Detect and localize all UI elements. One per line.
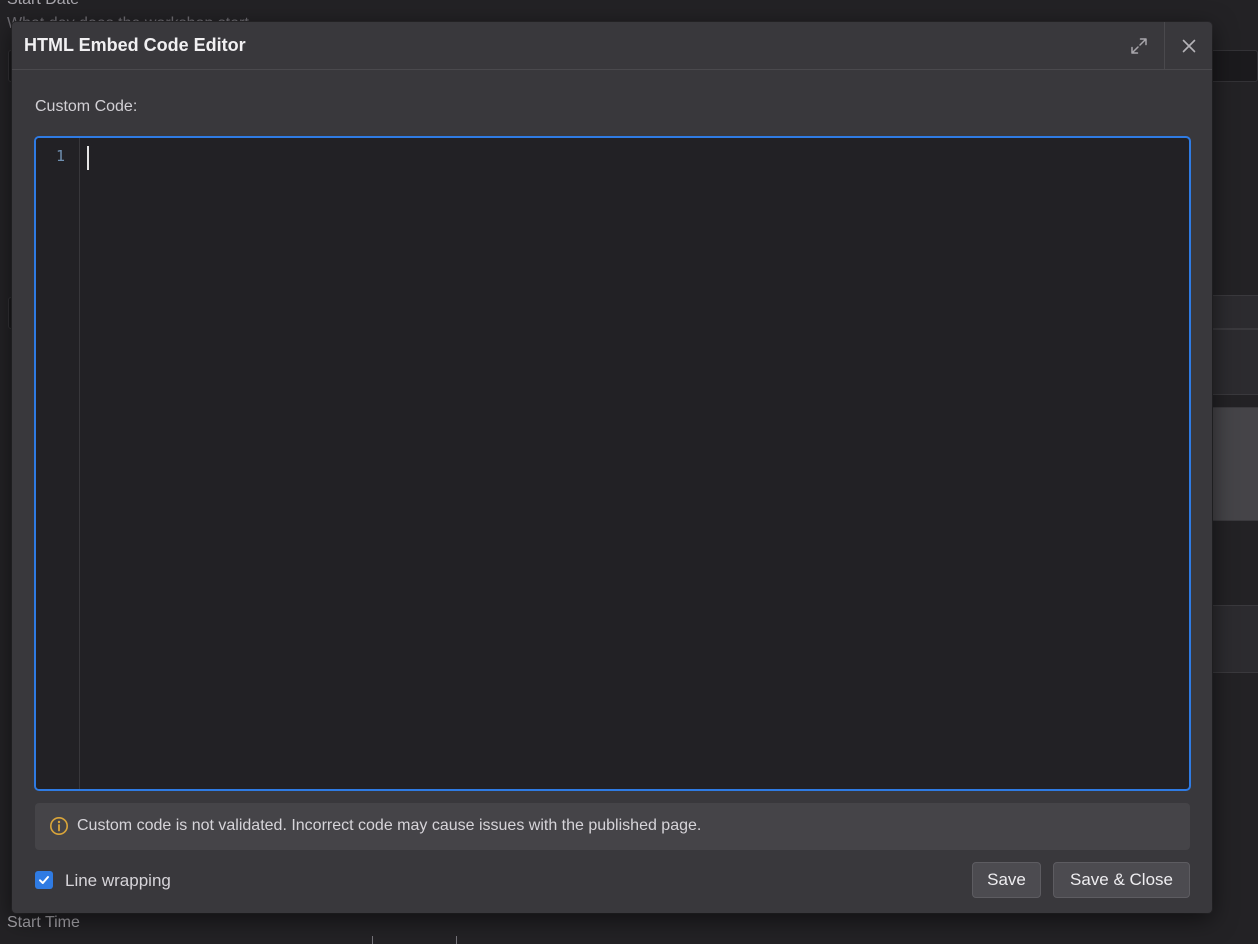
line-number: 1 xyxy=(55,147,65,165)
html-embed-code-editor-dialog: HTML Embed Code Editor Custom Code: 1 Cu… xyxy=(12,22,1212,913)
start-time-label: Start Time xyxy=(7,914,80,931)
start-date-label: Start Date xyxy=(7,0,79,9)
save-button[interactable]: Save xyxy=(972,862,1041,898)
expand-button[interactable] xyxy=(1115,22,1163,70)
info-circle-icon xyxy=(50,817,68,835)
custom-code-label: Custom Code: xyxy=(35,98,138,115)
dialog-header: HTML Embed Code Editor xyxy=(12,22,1212,70)
close-button[interactable] xyxy=(1164,22,1212,70)
background-divider xyxy=(456,936,457,944)
validation-warning: Custom code is not validated. Incorrect … xyxy=(35,803,1190,850)
close-icon xyxy=(1182,39,1195,53)
line-wrapping-label[interactable]: Line wrapping xyxy=(65,871,171,891)
background-divider xyxy=(372,936,373,944)
checkmark-icon xyxy=(39,876,49,884)
warning-text: Custom code is not validated. Incorrect … xyxy=(77,817,702,834)
line-number-gutter: 1 xyxy=(36,138,80,789)
text-cursor xyxy=(87,146,89,170)
code-editor[interactable]: 1 xyxy=(34,136,1191,791)
save-and-close-button[interactable]: Save & Close xyxy=(1053,862,1190,898)
dialog-title: HTML Embed Code Editor xyxy=(24,35,246,55)
line-wrapping-checkbox[interactable] xyxy=(35,871,53,889)
expand-diagonal-icon xyxy=(1131,38,1147,54)
